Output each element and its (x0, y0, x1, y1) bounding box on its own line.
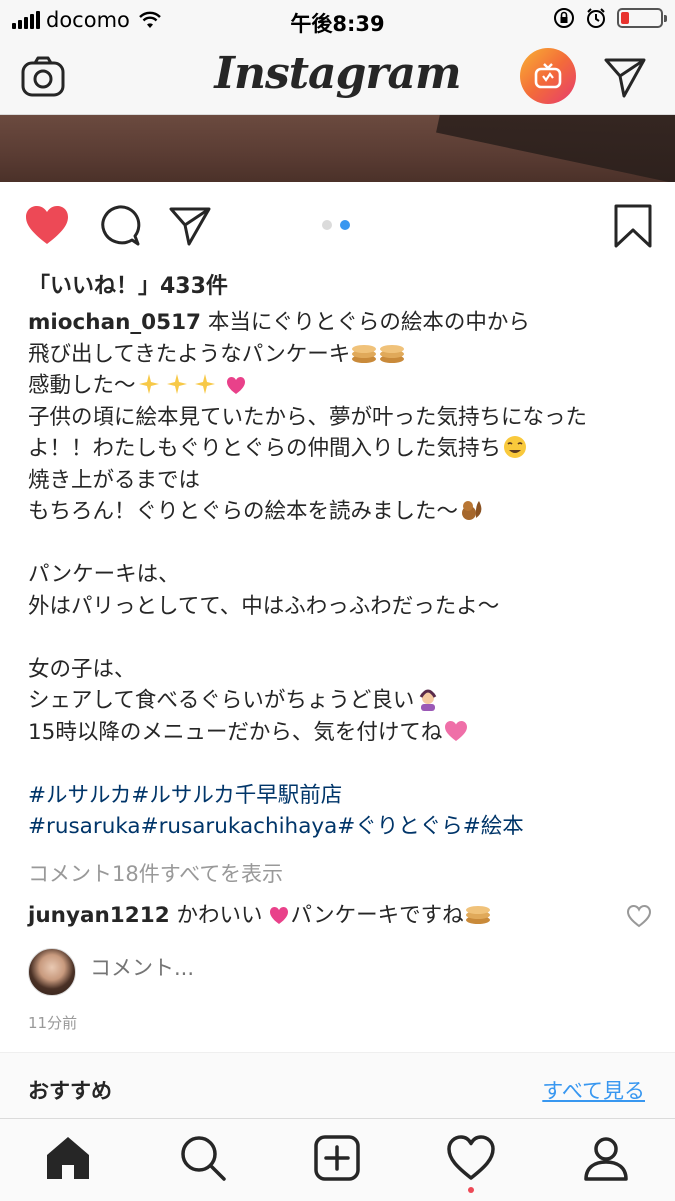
comment-icon[interactable] (97, 204, 141, 248)
pancake-emoji-icon (380, 344, 405, 363)
search-icon[interactable] (178, 1133, 228, 1183)
ok-woman-emoji-icon (420, 689, 437, 711)
caption-text: 女の子は、 (28, 656, 136, 682)
sparkling-heart-emoji-icon (445, 720, 468, 741)
caption-text: 外はパリっとしてて、中はふわっふわだったよ〜 (28, 593, 500, 619)
see-all-link[interactable]: すべて見る (542, 1075, 645, 1105)
two-hearts-emoji-icon (226, 377, 245, 394)
igtv-button[interactable] (520, 48, 576, 104)
sparkles-emoji-icon (138, 374, 159, 394)
carousel-dot (322, 220, 332, 230)
comment-username[interactable]: junyan1212 (28, 903, 170, 928)
sparkles-emoji-icon (166, 374, 187, 394)
like-heart-icon[interactable] (24, 204, 70, 246)
caption-text: 本当にぐりとぐらの絵本の中から (207, 310, 530, 335)
alarm-icon (587, 8, 605, 28)
post-timestamp: 11分前 (28, 1014, 78, 1032)
post-photo[interactable] (0, 115, 675, 182)
caption-text: パンケーキは、 (28, 562, 180, 587)
sparkles-emoji-icon (194, 374, 215, 394)
activity-heart-icon[interactable] (446, 1133, 496, 1183)
comment-text: かわいい (176, 903, 263, 928)
direct-message-icon[interactable] (602, 54, 648, 100)
igtv-icon (534, 63, 562, 89)
view-all-comments-link[interactable]: コメント18件すべてを表示 (28, 858, 283, 888)
caption-text: シェアして食べるぐらいがちょうど良い (28, 688, 415, 713)
post-actions (0, 182, 675, 272)
avatar[interactable] (28, 948, 76, 996)
home-icon[interactable] (43, 1133, 93, 1183)
comment-text: パンケーキですね (290, 903, 464, 928)
tears-of-joy-emoji-icon (504, 436, 527, 458)
caption-text: 子供の頃に絵本見ていたから、夢が叶った気持ちになった (28, 404, 588, 430)
rotation-lock-icon (554, 8, 574, 28)
suggestions-title: おすすめ (28, 1079, 112, 1103)
share-icon[interactable] (168, 204, 212, 248)
chipmunk-emoji-icon (462, 501, 482, 520)
caption-username[interactable]: miochan_0517 (28, 310, 201, 335)
caption-hashtags[interactable]: #ルサルカ#ルサルカ千早駅前店 (28, 780, 658, 812)
pancake-emoji-icon (352, 344, 377, 363)
caption-text: もちろん！ぐりとぐらの絵本を読みました〜 (28, 499, 459, 524)
post-caption: miochan_0517 本当にぐりとぐらの絵本の中から 飛び出してきたようなパ… (28, 307, 658, 843)
carousel-dot-active (340, 220, 350, 230)
battery-icon (617, 8, 667, 28)
top-nav: Instagram (0, 40, 675, 115)
carousel-indicator (322, 220, 350, 230)
bottom-tab-bar (0, 1118, 675, 1201)
bookmark-icon[interactable] (613, 204, 653, 248)
activity-notification-dot (468, 1187, 474, 1193)
caption-text: 感動した〜 (28, 373, 136, 398)
comment-input[interactable] (90, 956, 490, 980)
likes-count[interactable]: 「いいね！」433件 (28, 268, 228, 300)
caption-hashtags[interactable]: #rusaruka#rusarukachihaya#ぐりとぐら#絵本 (28, 811, 658, 843)
comment-item: junyan1212 かわいい パンケーキですね (28, 898, 492, 929)
status-right (553, 7, 667, 29)
caption-text: 飛び出してきたようなパンケーキ (28, 341, 351, 367)
status-bar: docomo 午後8:39 (0, 0, 675, 40)
profile-icon[interactable] (581, 1133, 631, 1183)
pancake-emoji-icon (465, 906, 490, 924)
add-comment-row (28, 948, 648, 996)
photo-shadow (436, 115, 675, 182)
two-hearts-emoji-icon (269, 907, 288, 924)
add-post-icon[interactable] (312, 1133, 362, 1183)
comment-like-heart-icon[interactable] (626, 904, 652, 928)
caption-text: 焼き上がるまでは (28, 467, 201, 493)
suggestions-header: おすすめ すべて見る (0, 1052, 675, 1120)
caption-text: よ！！わたしもぐりとぐらの仲間入りした気持ち (28, 436, 502, 461)
caption-text: 15時以降のメニューだから、気を付けてね (28, 719, 443, 745)
